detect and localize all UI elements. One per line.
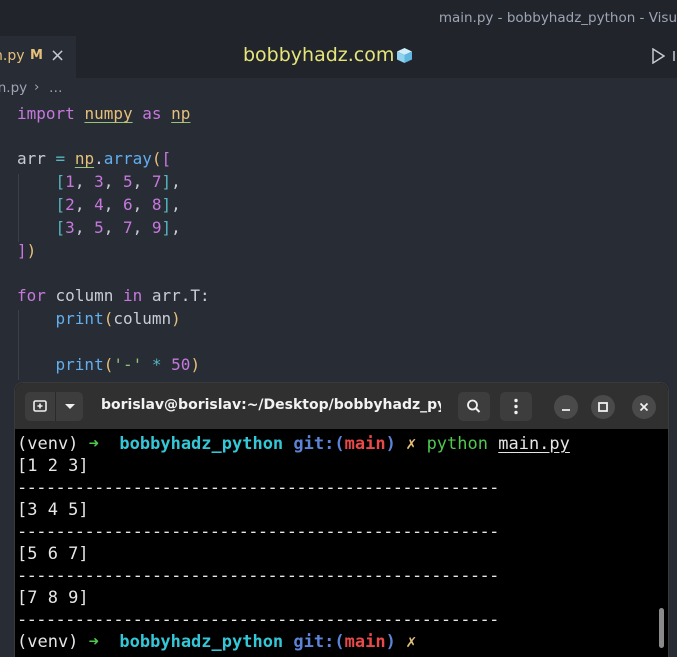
tab-label: n.py [0,48,25,64]
split-editor-icon[interactable] [672,48,677,64]
new-tab-button[interactable] [25,392,55,421]
search-button[interactable] [458,392,490,421]
minimize-button[interactable] [554,395,578,419]
code-line-1: import numpy as np [17,104,191,123]
maximize-button[interactable] [591,395,615,419]
tab-main-py[interactable]: n.py M × [0,36,76,78]
new-tab-icon [33,400,47,412]
code-line-4: [1, 3, 5, 7], [55,172,181,191]
code-line-9: for column in arr.T: [17,286,210,305]
close-button[interactable] [632,395,656,419]
play-icon[interactable] [651,48,665,64]
breadcrumb-chevron-icon: › [34,79,40,95]
code-line-10: print(column) [55,309,181,328]
code-line-7: ]) [17,241,37,260]
tab-close-icon[interactable]: × [50,45,65,66]
output-line: [7 8 9] [17,588,89,608]
breadcrumb-more[interactable]: … [49,80,63,96]
close-icon [639,402,649,412]
editor-titlebar: main.py - bobbyhadz_python - Visu [0,0,677,36]
terminal-scrollbar[interactable] [659,608,664,648]
ice-cube-icon [397,48,412,63]
prompt-line: (venv) ➜ bobbyhadz_python git:(main) ✗ [17,632,417,652]
separator-line: ----------------------------------------… [17,522,499,542]
tab-menu-button[interactable] [55,392,84,421]
new-tab-group [25,392,83,421]
minimize-icon [562,409,570,411]
code-line-12: print('-' * 50) [55,355,201,374]
separator-line: ----------------------------------------… [17,566,499,586]
search-icon [467,399,481,413]
menu-button[interactable] [500,392,532,421]
output-line: [1 2 3] [17,456,89,476]
kebab-menu-icon [514,398,518,415]
terminal-title: borislav@borislav:~/Desktop/bobbyhadz_py… [101,397,441,413]
prompt-line: (venv) ➜ bobbyhadz_python git:(main) ✗ p… [17,434,570,454]
output-line: [5 6 7] [17,544,89,564]
window-title: main.py - bobbyhadz_python - Visu [438,10,677,26]
terminal-headerbar: borislav@borislav:~/Desktop/bobbyhadz_py… [15,383,668,429]
separator-line: ----------------------------------------… [17,478,499,498]
brand-text: bobbyhadz.com [243,44,395,66]
tab-modified-badge: M [30,48,43,63]
maximize-icon [598,402,608,412]
separator-line: ----------------------------------------… [17,610,499,630]
breadcrumb-file[interactable]: in.py [0,80,27,96]
code-line-6: [3, 5, 7, 9], [55,218,181,237]
code-line-5: [2, 4, 6, 8], [55,195,181,214]
code-line-3: arr = np.array([ [17,149,172,168]
output-line: [3 4 5] [17,500,89,520]
terminal-window[interactable]: borislav@borislav:~/Desktop/bobbyhadz_py… [15,383,668,657]
chevron-down-icon [65,404,75,409]
